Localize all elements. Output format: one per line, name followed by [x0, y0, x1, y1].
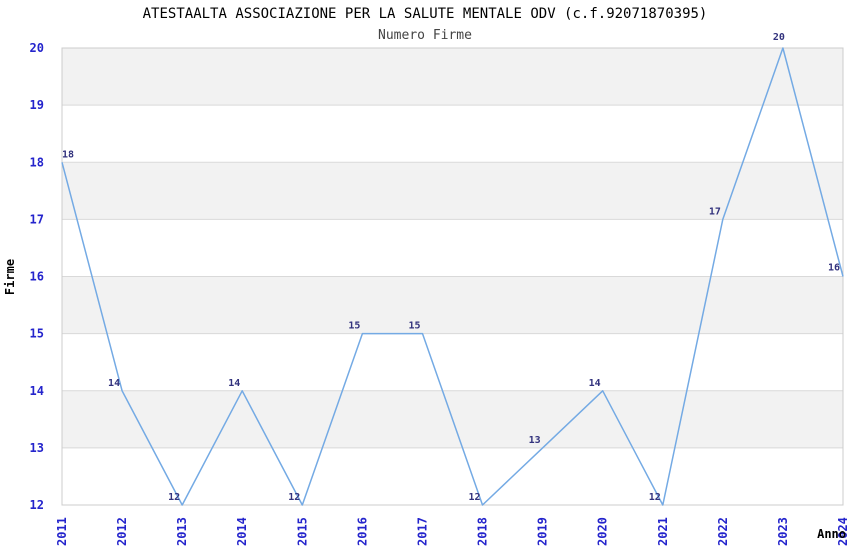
point-label: 14 — [228, 378, 240, 389]
y-tick-label: 14 — [30, 384, 44, 398]
point-label: 15 — [408, 321, 420, 332]
point-label: 12 — [288, 492, 300, 503]
point-label: 13 — [529, 435, 541, 446]
x-tick-label: 2018 — [476, 517, 490, 546]
y-axis-title: Firme — [3, 258, 17, 296]
point-label: 20 — [773, 32, 785, 43]
x-tick-label: 2022 — [716, 517, 730, 546]
point-label: 12 — [469, 492, 481, 503]
x-tick-label: 2017 — [415, 517, 429, 546]
y-tick-label: 12 — [30, 498, 44, 512]
x-tick-label: 2023 — [776, 517, 790, 546]
y-tick-label: 20 — [30, 41, 44, 55]
x-tick-label: 2014 — [235, 517, 249, 546]
x-tick-label: 2020 — [596, 517, 610, 546]
point-label: 14 — [589, 378, 601, 389]
chart-container: ATESTAALTA ASSOCIAZIONE PER LA SALUTE ME… — [0, 0, 850, 550]
plot-band — [62, 48, 843, 106]
y-tick-label: 19 — [30, 98, 44, 112]
point-label: 15 — [348, 321, 360, 332]
point-label: 14 — [108, 378, 120, 389]
x-tick-label: 2016 — [355, 517, 369, 546]
y-tick-label: 15 — [30, 327, 44, 341]
x-tick-label: 2021 — [656, 517, 670, 546]
x-tick-label: 2015 — [295, 517, 309, 546]
plot-band — [62, 276, 843, 334]
y-tick-label: 17 — [30, 212, 44, 226]
x-tick-label: 2019 — [536, 517, 550, 546]
y-tick-label: 16 — [30, 270, 44, 284]
y-tick-label: 13 — [30, 441, 44, 455]
x-axis-title: Anno — [817, 527, 846, 541]
x-tick-label: 2011 — [55, 517, 69, 546]
x-tick-label: 2013 — [175, 517, 189, 546]
y-tick-label: 18 — [30, 155, 44, 169]
x-tick-label: 2012 — [115, 517, 129, 546]
point-label: 12 — [649, 492, 661, 503]
point-label: 12 — [168, 492, 180, 503]
point-label: 18 — [62, 149, 74, 160]
point-label: 16 — [828, 263, 840, 274]
point-label: 17 — [709, 206, 721, 217]
chart-canvas: 1213141516171819202011 2012 2013 2014 2015 20… — [30, 32, 850, 546]
